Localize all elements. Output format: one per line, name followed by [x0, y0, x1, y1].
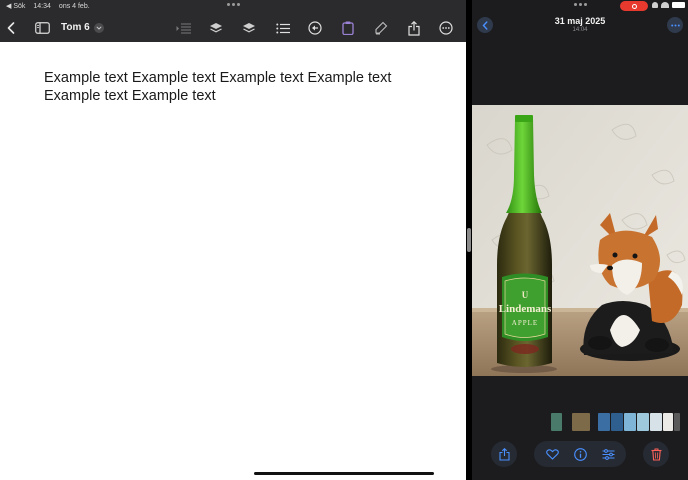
sidebar-button[interactable] [33, 14, 51, 42]
status-bar: ◀ Sök 14:34 ons 4 feb. [6, 1, 90, 12]
thumbnail[interactable] [624, 413, 636, 431]
photos-more-button[interactable] [667, 17, 683, 33]
status-date: ons 4 feb. [58, 3, 90, 10]
pen-button[interactable] [372, 14, 390, 42]
share-icon [408, 20, 420, 36]
edit-adjust-button[interactable] [595, 441, 621, 467]
pen-icon [375, 21, 388, 35]
photo-image: U Lindemans APPLE [472, 105, 688, 376]
back-to-app-link[interactable]: ◀ Sök [6, 1, 25, 12]
document-body-text[interactable]: Example text Example text Example text E… [44, 69, 414, 105]
favorite-button[interactable] [539, 441, 565, 467]
chevron-down-icon[interactable] [93, 22, 104, 33]
more-icon [670, 24, 680, 26]
share-button[interactable] [491, 441, 517, 467]
wifi-icon [661, 2, 669, 8]
thumbnail[interactable] [611, 413, 623, 431]
page-icon [342, 21, 354, 35]
right-status-bar [472, 0, 688, 12]
split-view-handle[interactable] [467, 228, 471, 252]
delete-button[interactable] [643, 441, 669, 467]
layers-alt-button[interactable] [240, 14, 258, 42]
document-title[interactable]: Tom 6 [61, 22, 104, 33]
indent-icon [176, 23, 191, 33]
photos-app: 31 maj 2025 14:04 U Lindemans APPLE [472, 0, 688, 480]
list-icon [276, 23, 290, 33]
heart-icon [545, 448, 559, 460]
undo-icon [308, 21, 322, 35]
more-button[interactable] [437, 14, 455, 42]
bottle-label-brand: Lindemans [499, 303, 552, 315]
thumbnail[interactable] [598, 413, 610, 431]
document-title-text: Tom 6 [61, 22, 90, 33]
sidebar-icon [34, 22, 50, 34]
status-time: 14:34 [33, 3, 51, 10]
photo-time: 14:04 [572, 27, 588, 33]
photo-thumbnail-strip[interactable] [551, 413, 680, 431]
trash-icon [651, 448, 661, 461]
photo-action-bar [472, 441, 688, 467]
share-icon [498, 447, 510, 461]
more-icon [439, 21, 453, 35]
svg-text:U: U [522, 290, 529, 300]
layers-alt-icon [243, 22, 255, 32]
notes-toolbar: Tom 6 [0, 14, 466, 42]
multitasking-dots-right[interactable] [574, 3, 587, 7]
battery-icon [672, 2, 685, 8]
bottle-label-flavor: APPLE [512, 319, 538, 327]
multitasking-dots[interactable] [227, 3, 240, 7]
home-indicator[interactable] [254, 472, 434, 475]
photo-date: 31 maj 2025 [554, 16, 606, 26]
screen-recording-indicator[interactable] [620, 1, 648, 11]
photo-viewer[interactable]: U Lindemans APPLE [472, 105, 688, 376]
back-button[interactable] [3, 14, 19, 42]
thumbnail-current[interactable] [572, 413, 590, 431]
adjust-icon [602, 448, 614, 460]
thumbnail[interactable] [637, 413, 649, 431]
status-icons [652, 2, 685, 8]
undo-button[interactable] [306, 14, 324, 42]
thumbnail[interactable] [663, 413, 673, 431]
notes-app: ◀ Sök 14:34 ons 4 feb. Tom 6 Example tex… [0, 0, 466, 480]
thumbnail[interactable] [650, 413, 662, 431]
chevron-left-icon [7, 22, 15, 34]
thumbnail[interactable] [674, 413, 680, 431]
layers-icon [210, 22, 222, 32]
info-button[interactable] [567, 441, 593, 467]
record-icon [631, 3, 637, 9]
share-button[interactable] [405, 14, 423, 42]
indent-button[interactable] [174, 14, 192, 42]
info-icon [573, 447, 587, 461]
layers-button[interactable] [207, 14, 225, 42]
notes-top-bar: ◀ Sök 14:34 ons 4 feb. Tom 6 [0, 0, 466, 42]
photo-action-group [534, 441, 626, 467]
headphones-icon [652, 2, 658, 8]
thumbnail[interactable] [551, 413, 562, 431]
list-button[interactable] [274, 14, 292, 42]
page-button[interactable] [339, 14, 357, 42]
